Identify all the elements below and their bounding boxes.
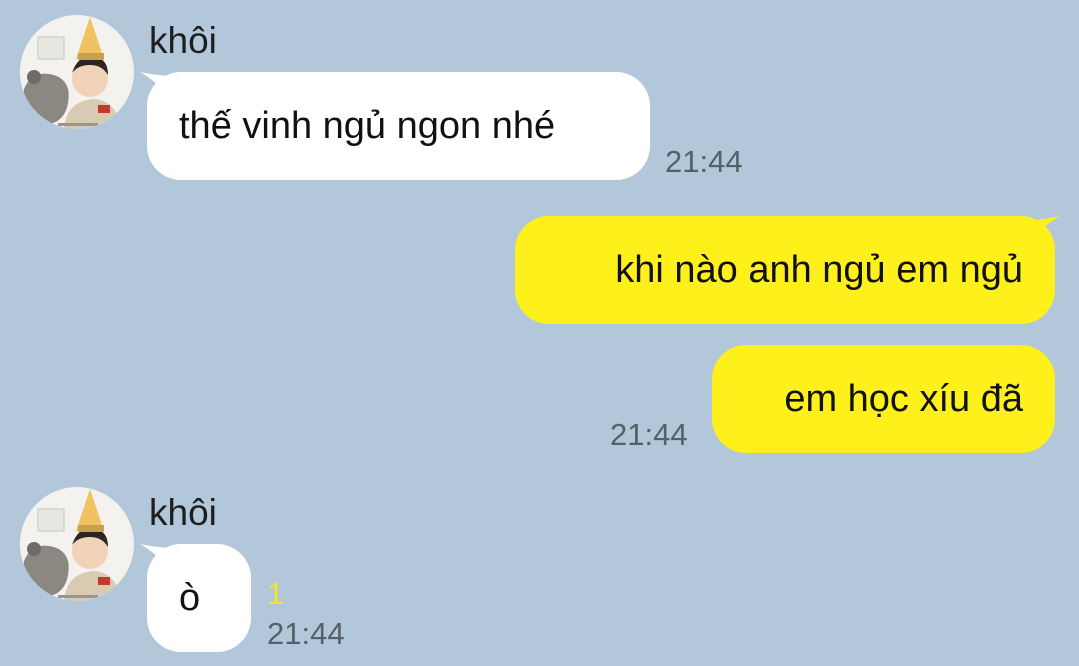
message-bubble[interactable]: thế vinh ngủ ngon nhé [147, 72, 650, 180]
unread-count: 1 [267, 576, 285, 611]
message-bubble[interactable]: khi nào anh ngủ em ngủ [515, 216, 1055, 324]
message-bubble[interactable]: ò [147, 544, 251, 652]
message-timestamp: 21:44 [665, 144, 743, 179]
message-text: em học xíu đã [784, 377, 1023, 420]
sender-name: khôi [149, 492, 217, 533]
sender-name: khôi [149, 20, 217, 61]
sender-avatar[interactable] [20, 15, 134, 129]
chat-message-list[interactable]: khôi thế vinh ngủ ngon nhé 21:44 khi nào… [0, 0, 1079, 666]
profile-photo-icon [20, 487, 134, 601]
message-text: ò [179, 576, 201, 619]
message-timestamp: 21:44 [267, 616, 345, 651]
message-timestamp: 21:44 [610, 417, 688, 452]
profile-photo-icon [20, 15, 134, 129]
message-bubble[interactable]: em học xíu đã [712, 345, 1055, 453]
message-text: thế vinh ngủ ngon nhé [179, 104, 556, 147]
sender-avatar[interactable] [20, 487, 134, 601]
message-text: khi nào anh ngủ em ngủ [615, 248, 1023, 291]
